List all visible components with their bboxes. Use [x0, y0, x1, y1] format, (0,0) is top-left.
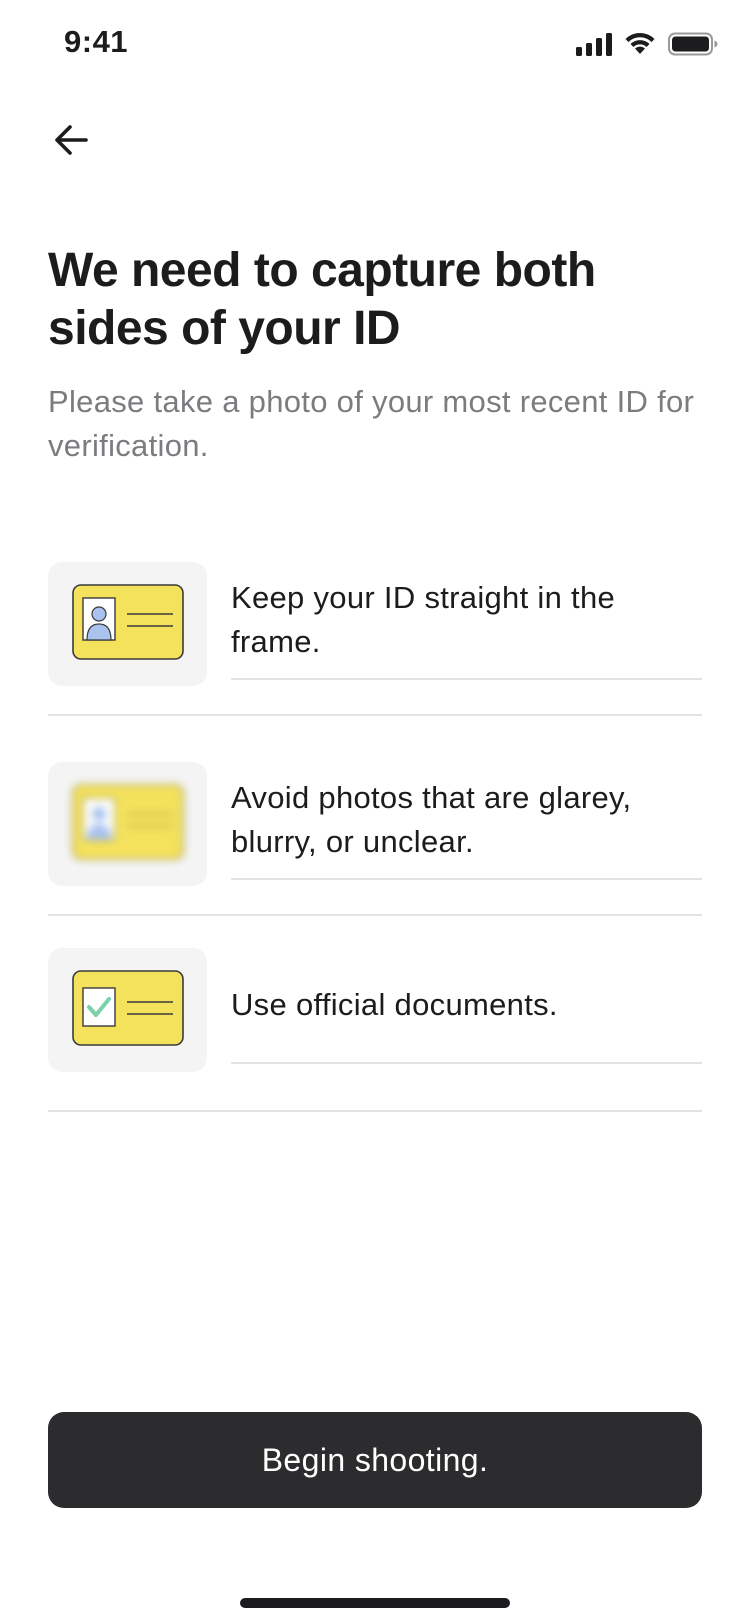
verified-id-card-icon	[71, 969, 184, 1051]
tip-icon-container	[48, 562, 207, 686]
page-subtitle: Please take a photo of your most recent …	[48, 384, 695, 463]
tip-item-straight: Keep your ID straight in the frame.	[48, 562, 702, 686]
divider	[48, 1110, 702, 1112]
back-button[interactable]	[40, 110, 104, 174]
wifi-icon	[624, 32, 656, 61]
home-indicator[interactable]	[240, 1598, 510, 1608]
tips-list: Keep your ID straight in the frame. Avoi…	[48, 562, 702, 1112]
id-card-icon	[71, 583, 184, 665]
tip-icon-container	[48, 948, 207, 1072]
tip-item-avoid-glare: Avoid photos that are glarey, blurry, or…	[48, 762, 702, 886]
tip-text: Avoid photos that are glarey, blurry, or…	[231, 780, 632, 859]
tip-icon-container	[48, 762, 207, 886]
cellular-signal-icon	[576, 32, 612, 61]
status-bar: 9:41	[0, 0, 750, 92]
tip-text-wrap: Use official documents.	[231, 948, 702, 1064]
page-title: We need to capture both sides of your ID	[48, 244, 596, 355]
status-icons	[576, 32, 718, 60]
divider	[48, 914, 702, 916]
battery-icon	[668, 32, 718, 61]
tip-text-wrap: Keep your ID straight in the frame.	[231, 562, 702, 680]
tip-text-wrap: Avoid photos that are glarey, blurry, or…	[231, 762, 702, 880]
divider	[48, 714, 702, 716]
begin-shooting-button[interactable]: Begin shooting.	[48, 1412, 702, 1508]
arrow-left-icon	[52, 120, 92, 165]
tip-text: Use official documents.	[231, 987, 558, 1022]
tip-item-official-docs: Use official documents.	[48, 948, 702, 1072]
blurry-id-card-icon	[71, 783, 184, 865]
status-time: 9:41	[64, 24, 129, 59]
tip-text: Keep your ID straight in the frame.	[231, 580, 616, 659]
